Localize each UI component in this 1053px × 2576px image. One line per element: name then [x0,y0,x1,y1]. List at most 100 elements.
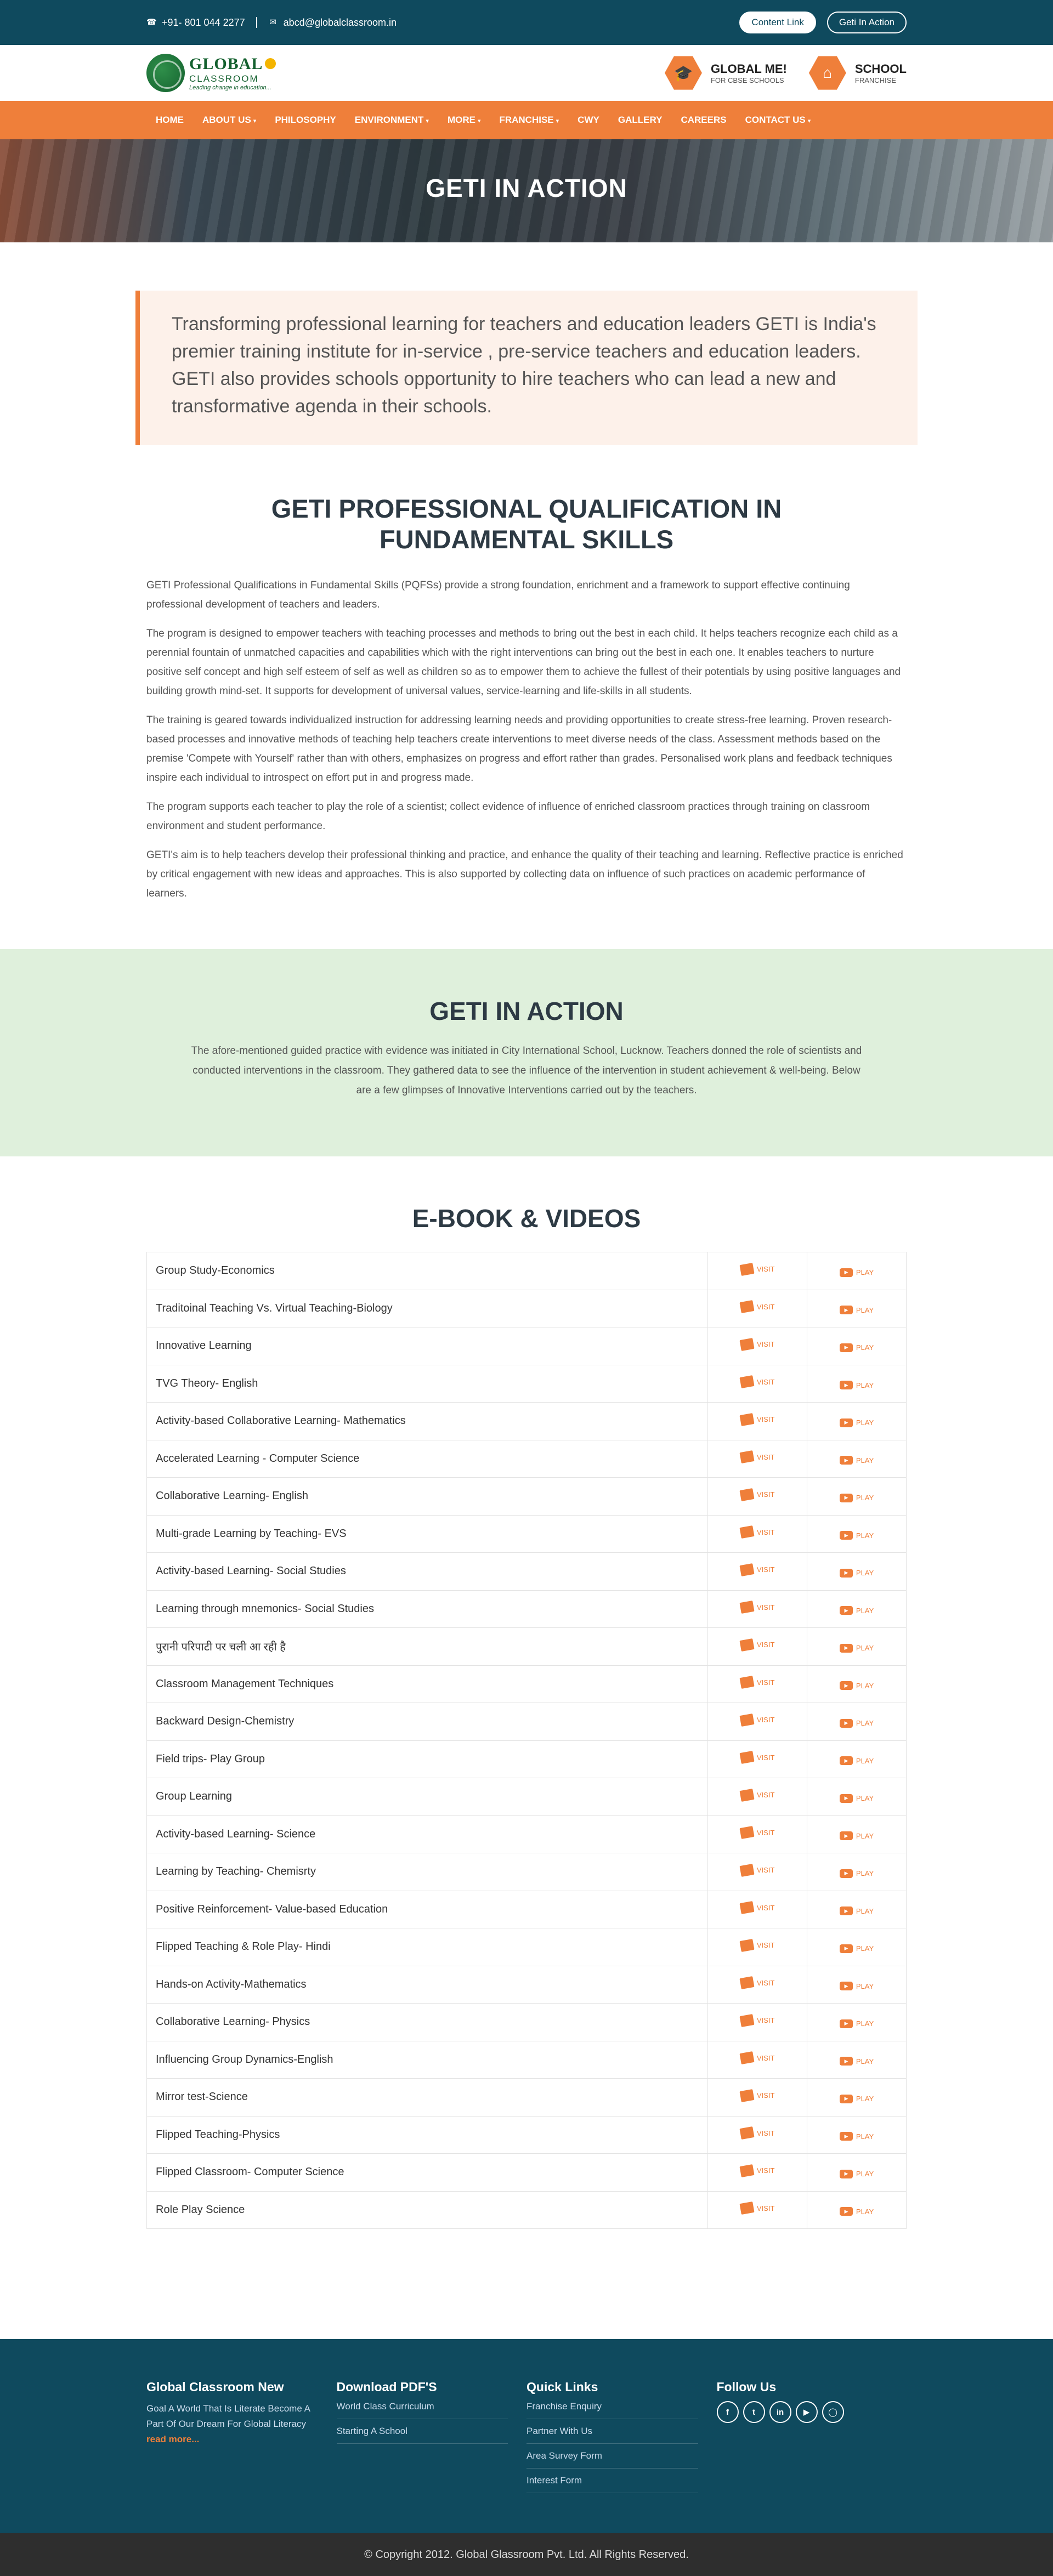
play-link[interactable]: ▶ PLAY [839,2057,874,2066]
play-link[interactable]: ▶ PLAY [839,2094,874,2103]
instagram-icon[interactable]: ◯ [822,2401,844,2423]
play-label: PLAY [856,1831,874,1840]
play-video-icon: ▶ [839,1531,853,1540]
visit-link[interactable]: VISIT [739,1676,774,1689]
play-label: PLAY [856,1681,874,1690]
play-link[interactable]: ▶ PLAY [839,1794,874,1803]
visit-link[interactable]: VISIT [739,1337,774,1351]
footer-link[interactable]: Starting A School [336,2419,508,2444]
play-link[interactable]: ▶ PLAY [839,1869,874,1878]
visit-link[interactable]: VISIT [739,1262,774,1276]
table-row: Influencing Group Dynamics-English VISIT ▶… [146,2040,907,2079]
nav-item-careers[interactable]: CAREERS [671,115,735,126]
play-link[interactable]: ▶ PLAY [839,1306,874,1315]
nav-item-home[interactable]: HOME [146,115,193,126]
visit-link[interactable]: VISIT [739,1563,774,1576]
ebook-title-cell: Group Study-Economics [146,1252,709,1290]
nav-item-more[interactable]: MORE ▾ [438,115,490,126]
play-link[interactable]: ▶ PLAY [839,2207,874,2216]
visit-link[interactable]: VISIT [739,2201,774,2215]
play-video-icon: ▶ [839,2094,853,2103]
visit-link[interactable]: VISIT [739,1713,775,1727]
play-link[interactable]: ▶ PLAY [839,2169,874,2178]
play-link[interactable]: ▶ PLAY [839,1756,874,1766]
footer-link[interactable]: Partner With Us [526,2419,698,2444]
linkedin-icon[interactable]: in [769,2401,791,2423]
visit-link[interactable]: VISIT [739,1525,774,1539]
read-more-link[interactable]: read more... [146,2434,199,2444]
nav-item-environment[interactable]: ENVIRONMENT ▾ [346,115,438,126]
play-link[interactable]: ▶ PLAY [839,1568,874,1578]
facebook-icon[interactable]: f [716,2401,739,2423]
visit-link[interactable]: VISIT [739,2013,774,2027]
play-link[interactable]: ▶ PLAY [839,1718,874,1728]
geti-in-action-button[interactable]: Geti In Action [826,12,907,33]
visit-link[interactable]: VISIT [739,1901,774,1915]
nav-item-gallery[interactable]: GALLERY [609,115,672,126]
visit-link[interactable]: VISIT [739,1412,774,1426]
footer-link[interactable]: World Class Curriculum [336,2401,508,2419]
visit-link[interactable]: VISIT [739,1826,774,1840]
visit-link[interactable]: VISIT [739,2164,774,2177]
play-link[interactable]: ▶ PLAY [839,1456,874,1465]
visit-link[interactable]: VISIT [739,1488,774,1501]
youtube-icon[interactable]: ▶ [795,2401,818,2423]
play-link[interactable]: ▶ PLAY [839,1606,874,1615]
table-row: Activity-based Collaborative Learning- M… [146,1402,907,1440]
visit-link[interactable]: VISIT [739,1638,774,1652]
nav-item-about-us[interactable]: ABOUT US ▾ [193,115,265,126]
visit-link[interactable]: VISIT [739,2051,774,2065]
visit-link[interactable]: VISIT [739,1601,774,1614]
phone-number[interactable]: +91- 801 044 2277 [162,17,245,29]
visit-link[interactable]: VISIT [739,1976,774,1990]
play-link[interactable]: ▶ PLAY [839,1343,874,1352]
play-link[interactable]: ▶ PLAY [839,1381,874,1390]
play-link[interactable]: ▶ PLAY [839,2132,874,2141]
twitter-icon[interactable]: t [743,2401,765,2423]
visit-link[interactable]: VISIT [739,1751,774,1764]
visit-cell: VISIT [707,1703,808,1741]
footer-link[interactable]: Interest Form [526,2469,698,2493]
visit-link[interactable]: VISIT [739,1450,774,1464]
play-link[interactable]: ▶ PLAY [839,1681,874,1690]
school-franchise-badge[interactable]: ⌂ SCHOOL FRANCHISE [808,54,907,92]
global-me-badge[interactable]: 🎓 GLOBAL ME! FOR CBSE SCHOOLS [664,54,787,92]
badge-subtitle: FRANCHISE [854,76,896,84]
nav-item-philosophy[interactable]: PHILOSOPHY [265,115,345,126]
visit-link[interactable]: VISIT [739,1375,774,1389]
site-logo[interactable]: GLOBAL CLASSROOM Leading change in educa… [146,54,276,92]
visit-link[interactable]: VISIT [739,1938,774,1952]
nav-item-contact-us[interactable]: CONTACT US ▾ [736,115,820,126]
footer-about-text: Goal A World That Is Literate Become A P… [146,2403,310,2429]
visit-label: VISIT [756,1716,775,1724]
play-link[interactable]: ▶ PLAY [839,1831,874,1841]
play-link[interactable]: ▶ PLAY [839,1418,874,1427]
visit-cell: VISIT [707,1590,808,1628]
nav-item-franchise[interactable]: FRANCHISE ▾ [490,115,568,126]
play-link[interactable]: ▶ PLAY [839,1944,874,1953]
visit-link[interactable]: VISIT [739,1788,774,1802]
visit-cell: VISIT [707,1552,808,1591]
book-icon [739,1676,755,1689]
pqf-paragraph: The program supports each teacher to pla… [146,801,870,832]
hero-banner: GETI IN ACTION [0,139,1053,242]
play-link[interactable]: ▶ PLAY [839,1907,874,1916]
footer-link[interactable]: Franchise Enquiry [526,2401,698,2419]
visit-link[interactable]: VISIT [739,2089,774,2102]
email-address[interactable]: abcd@globalclassroom.in [284,17,397,29]
visit-link[interactable]: VISIT [739,1863,774,1877]
play-video-icon: ▶ [839,1643,853,1653]
play-label: PLAY [856,1569,874,1578]
play-link[interactable]: ▶ PLAY [839,1493,874,1502]
play-link[interactable]: ▶ PLAY [839,1268,874,1277]
content-link-button[interactable]: Content Link [739,12,816,33]
play-link[interactable]: ▶ PLAY [839,1643,874,1653]
play-link[interactable]: ▶ PLAY [839,1531,874,1540]
visit-link[interactable]: VISIT [739,2126,774,2140]
visit-link[interactable]: VISIT [739,1300,774,1314]
footer-link[interactable]: Area Survey Form [526,2444,698,2469]
nav-item-cwy[interactable]: CWY [568,115,609,126]
play-link[interactable]: ▶ PLAY [839,1982,874,1991]
play-video-icon: ▶ [839,1306,853,1315]
play-link[interactable]: ▶ PLAY [839,2019,874,2028]
